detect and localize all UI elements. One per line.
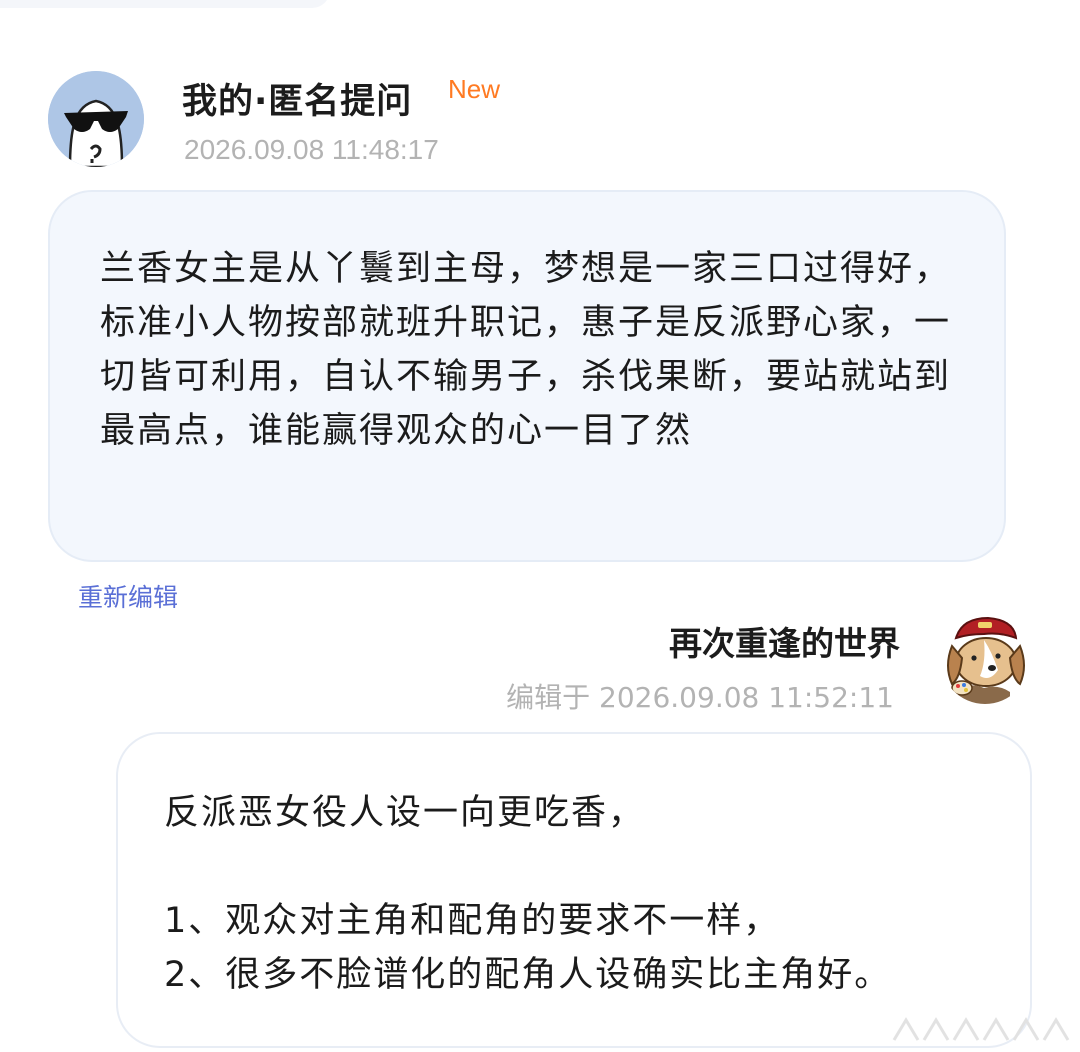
answer-line: 1、观众对主角和配角的要求不一样， bbox=[164, 901, 781, 941]
qa-page: 我的·匿名提问 New 2026.09.08 11:48:17 兰香女主是从丫鬟… bbox=[0, 0, 1080, 1052]
answer-paragraph-gap bbox=[164, 840, 994, 894]
answer-timestamp: 编辑于 2026.09.08 11:52:11 bbox=[506, 681, 894, 714]
anonymous-avatar-icon[interactable] bbox=[48, 71, 144, 167]
answer-author-name[interactable]: 再次重逢的世界 bbox=[669, 617, 900, 665]
question-bubble: 兰香女主是从丫鬟到主母，梦想是一家三口过得好，标准小人物按部就班升职记，惠子是反… bbox=[48, 190, 1006, 562]
answer-bubble: 反派恶女役人设一向更吃香， 1、观众对主角和配角的要求不一样， 2、很多不脸谱化… bbox=[116, 732, 1032, 1048]
question-text: 兰香女主是从丫鬟到主母，梦想是一家三口过得好，标准小人物按部就班升职记，惠子是反… bbox=[100, 249, 952, 451]
question-timestamp: 2026.09.08 11:48:17 bbox=[184, 134, 439, 165]
watermark-logo bbox=[888, 1010, 1078, 1050]
new-badge: New bbox=[448, 74, 501, 104]
answer-line: 2、很多不脸谱化的配角人设确实比主角好。 bbox=[164, 955, 892, 995]
answer-line: 反派恶女役人设一向更吃香， bbox=[164, 793, 646, 833]
reedit-link[interactable]: 重新编辑 bbox=[78, 578, 178, 614]
answer-text: 反派恶女役人设一向更吃香， 1、观众对主角和配角的要求不一样， 2、很多不脸谱化… bbox=[164, 786, 994, 1002]
top-bar-edge bbox=[0, 0, 330, 8]
question-author-name[interactable]: 我的·匿名提问 bbox=[182, 73, 412, 124]
dog-avatar-icon[interactable] bbox=[940, 612, 1030, 704]
